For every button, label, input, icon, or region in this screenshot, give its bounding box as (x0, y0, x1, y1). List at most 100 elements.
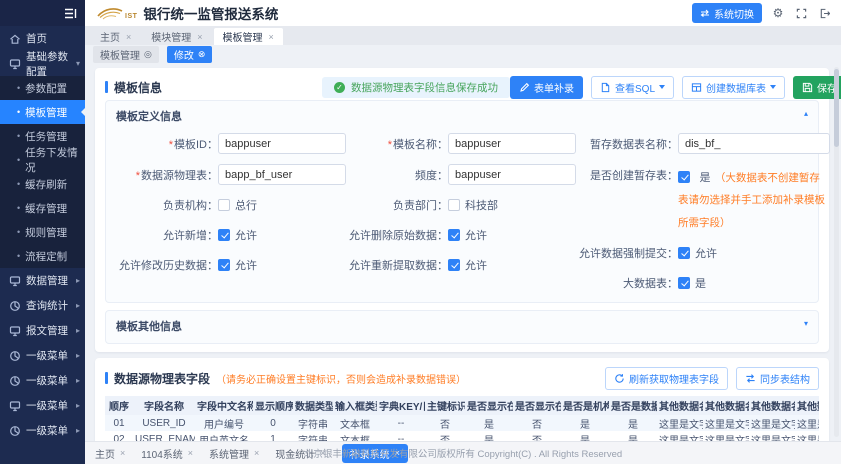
close-icon[interactable]: × (120, 448, 125, 458)
sidebar-group-level1-menu-2[interactable]: 一级菜单 ▸ (0, 368, 85, 393)
table-row[interactable]: 02 USER_ENAME 用户英文名 1 字符串 文本框 -- 否 是 否 (105, 431, 819, 441)
field-label: 频度： (346, 167, 448, 183)
pie-chart-icon (9, 350, 21, 362)
sidebar-collapse-icon[interactable] (63, 6, 77, 20)
sync-structure-button[interactable]: 同步表结构 (736, 367, 819, 390)
cell-show-in-2: 否 (513, 431, 561, 441)
close-icon[interactable]: × (197, 32, 202, 42)
close-icon[interactable]: × (269, 32, 274, 42)
checkbox-label: 允许 (695, 245, 717, 261)
sidebar-group-label: 基础参数配置 (26, 49, 71, 79)
settings-gear-icon[interactable]: ⚙ (771, 6, 785, 20)
template-other-panel: 模板其他信息 ▾ (105, 310, 819, 344)
view-sql-button[interactable]: 查看SQL (591, 76, 674, 99)
template-id-input[interactable] (218, 133, 346, 154)
allow-modify-history-checkbox[interactable] (218, 259, 230, 271)
allow-reextract-checkbox-wrap: 允许 (448, 257, 487, 273)
fullscreen-icon[interactable] (794, 6, 808, 20)
sidebar-group-data-mgmt[interactable]: 数据管理 ▸ (0, 268, 85, 293)
allow-reextract-checkbox[interactable] (448, 259, 460, 271)
button-label: 查看SQL (615, 80, 655, 95)
sidebar-subitem-cache-refresh[interactable]: • 缓存刷新 (0, 172, 85, 196)
primary-key-warning: （请务必正确设置主键标识，否则会造成补录数据错误） (216, 371, 466, 386)
sidebar-group-message-mgmt[interactable]: 报文管理 ▸ (0, 318, 85, 343)
datasource-table-input[interactable] (218, 164, 346, 185)
force-submit-checkbox[interactable] (678, 247, 690, 259)
org-checkbox[interactable] (218, 199, 230, 211)
bottom-tab-1104[interactable]: 1104系统 × (141, 446, 193, 461)
sidebar-subitem-param-config[interactable]: • 参数配置 (0, 76, 85, 100)
form-supplement-button[interactable]: 表单补录 (510, 76, 583, 99)
close-icon[interactable]: × (126, 32, 131, 42)
sidebar-subitem-label: 缓存管理 (25, 201, 67, 216)
cell-input-type: 文本框 (333, 431, 377, 441)
big-table-checkbox[interactable] (678, 277, 690, 289)
tab-template-mgmt[interactable]: 模板管理 × (214, 28, 283, 45)
sidebar-group-level1-menu-1[interactable]: 一级菜单 ▸ (0, 343, 85, 368)
checkbox-label: 允许 (235, 257, 257, 273)
sidebar-item-home[interactable]: 首页 (0, 26, 85, 51)
copyright-text: 北京银丰新融科技开发有限公司版权所有 Copyright(C) . All Ri… (304, 446, 622, 460)
tab-module-mgmt[interactable]: 模块管理 × (142, 28, 211, 45)
sidebar-subitem-rule-mgmt[interactable]: • 规则管理 (0, 220, 85, 244)
field-label: 模板名称： (346, 136, 448, 152)
sidebar-group-label: 一级菜单 (26, 398, 68, 413)
chip-edit[interactable]: 修改 ⊗ (167, 46, 213, 63)
sidebar-subitem-template-mgmt[interactable]: • 模板管理 (0, 100, 85, 124)
refresh-icon (614, 373, 625, 384)
big-table-checkbox-wrap: 是 (678, 275, 706, 291)
sidebar-group-label: 一级菜单 (26, 348, 68, 363)
chevron-right-icon: ▸ (76, 301, 80, 310)
sidebar-group-label: 报文管理 (26, 323, 68, 338)
sidebar-subitem-task-dispatch[interactable]: • 任务下发情况 (0, 148, 85, 172)
collapse-caret-icon[interactable]: ▴ (804, 110, 808, 118)
sidebar-group-level1-menu-3[interactable]: 一级菜单 ▸ (0, 393, 85, 418)
table-header-cell: 是否是数据... (609, 396, 657, 415)
bullet-icon: • (17, 156, 20, 165)
sidebar-subitem-label: 任务管理 (25, 129, 67, 144)
table-row[interactable]: 01 USER_ID 用户编号 0 字符串 文本框 -- 否 是 否 (105, 415, 819, 431)
allow-add-checkbox[interactable] (218, 229, 230, 241)
system-switch-button[interactable]: 系统切换 (692, 3, 762, 23)
frequency-input[interactable] (448, 164, 576, 185)
close-circle-icon[interactable]: ⊗ (198, 49, 206, 60)
allow-delete-checkbox[interactable] (448, 229, 460, 241)
staging-table-name-input[interactable] (678, 133, 830, 154)
checkbox-label: 是 (695, 275, 706, 291)
template-name-input[interactable] (448, 133, 576, 154)
template-action-buttons: 表单补录 查看SQL (510, 76, 841, 99)
sidebar-group-level1-menu-4[interactable]: 一级菜单 ▸ (0, 418, 85, 443)
collapse-caret-icon[interactable]: ▾ (804, 320, 808, 328)
cell-primary-key: 否 (425, 415, 465, 431)
create-staging-checkbox[interactable] (678, 171, 690, 183)
close-icon[interactable]: × (188, 448, 193, 458)
logout-icon[interactable] (817, 6, 831, 20)
bottom-tab-system-mgmt[interactable]: 系统管理 × (209, 446, 259, 461)
app-logo: IST (97, 6, 137, 20)
sidebar-subitem-process-custom[interactable]: • 流程定制 (0, 244, 85, 268)
tab-home[interactable]: 主页 × (91, 28, 140, 45)
vertical-scrollbar-thumb[interactable] (834, 69, 839, 147)
sidebar-subitem-cache-mgmt[interactable]: • 缓存管理 (0, 196, 85, 220)
table-header-cell: 字段中文名称 (195, 396, 253, 415)
checkbox-label: 允许 (465, 257, 487, 273)
bottom-tab-home[interactable]: 主页 × (95, 446, 125, 461)
chip-template-mgmt[interactable]: 模板管理 ◎ (93, 46, 159, 63)
system-switch-label: 系统切换 (714, 6, 754, 21)
vertical-scrollbar[interactable] (834, 67, 839, 437)
field-label: 允许重新提取数据： (346, 257, 448, 273)
sidebar-subitem-label: 模板管理 (25, 105, 67, 120)
create-db-table-button[interactable]: 创建数据库表 (682, 76, 785, 99)
form-column-2: 模板名称： 频度： 负责部门： 科技部 (346, 133, 576, 293)
sidebar-group-base-params[interactable]: 基础参数配置 ▾ (0, 51, 85, 76)
sidebar-subitem-label: 流程定制 (25, 249, 67, 264)
fields-table-header: 数据源物理表字段 （请务必正确设置主键标识，否则会造成补录数据错误） 刷新获取物… (105, 364, 819, 392)
dept-checkbox[interactable] (448, 199, 460, 211)
field-label: 模板ID： (116, 136, 218, 152)
checkbox-label: 允许 (465, 227, 487, 243)
refresh-fields-button[interactable]: 刷新获取物理表字段 (605, 367, 728, 390)
chevron-down-icon: ▾ (76, 59, 80, 68)
close-icon[interactable]: × (254, 448, 259, 458)
sidebar-group-query-stats[interactable]: 查询统计 ▸ (0, 293, 85, 318)
cell-display-order: 0 (253, 415, 293, 431)
